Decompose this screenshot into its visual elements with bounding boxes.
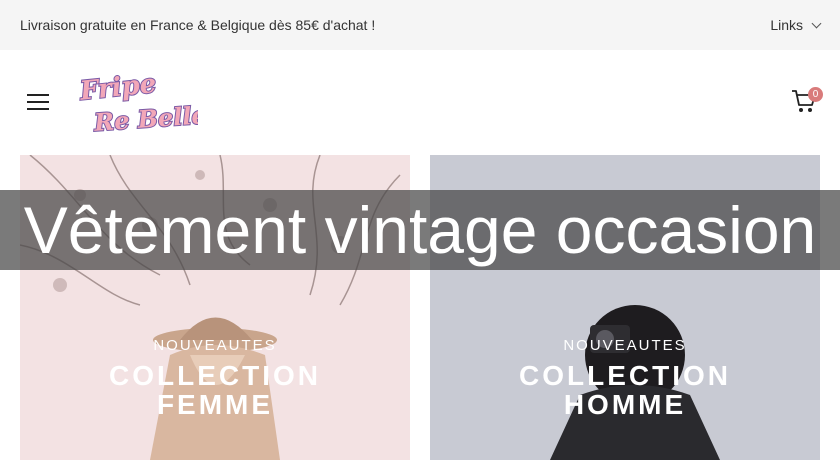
site-logo[interactable]: Fripe Re Belle [76, 68, 198, 136]
homme-overline: NOUVEAUTES [563, 337, 687, 354]
links-label: Links [770, 17, 803, 33]
page-title: Vêtement vintage occasion [23, 193, 817, 267]
cart-count-badge: 0 [808, 87, 823, 102]
femme-collection-link[interactable]: COLLECTION FEMME [20, 361, 410, 419]
promo-text: Livraison gratuite en France & Belgique … [20, 17, 376, 33]
menu-icon[interactable] [27, 94, 49, 112]
svg-text:Fripe: Fripe [78, 69, 158, 107]
page-title-banner: Vêtement vintage occasion [0, 190, 840, 270]
site-header: Fripe Re Belle 0 [0, 50, 840, 155]
homme-collection-link[interactable]: COLLECTION HOMME [430, 361, 820, 419]
femme-cta-line2: FEMME [156, 389, 274, 420]
svg-text:Re Belle: Re Belle [92, 100, 198, 136]
femme-cta-line1: COLLECTION [109, 360, 321, 391]
homme-cta-line2: HOMME [563, 389, 687, 420]
announcement-bar: Livraison gratuite en France & Belgique … [0, 0, 840, 50]
links-dropdown[interactable]: Links [770, 17, 822, 33]
chevron-down-icon [811, 18, 822, 28]
femme-overline: NOUVEAUTES [153, 337, 277, 354]
homme-cta-line1: COLLECTION [519, 360, 731, 391]
